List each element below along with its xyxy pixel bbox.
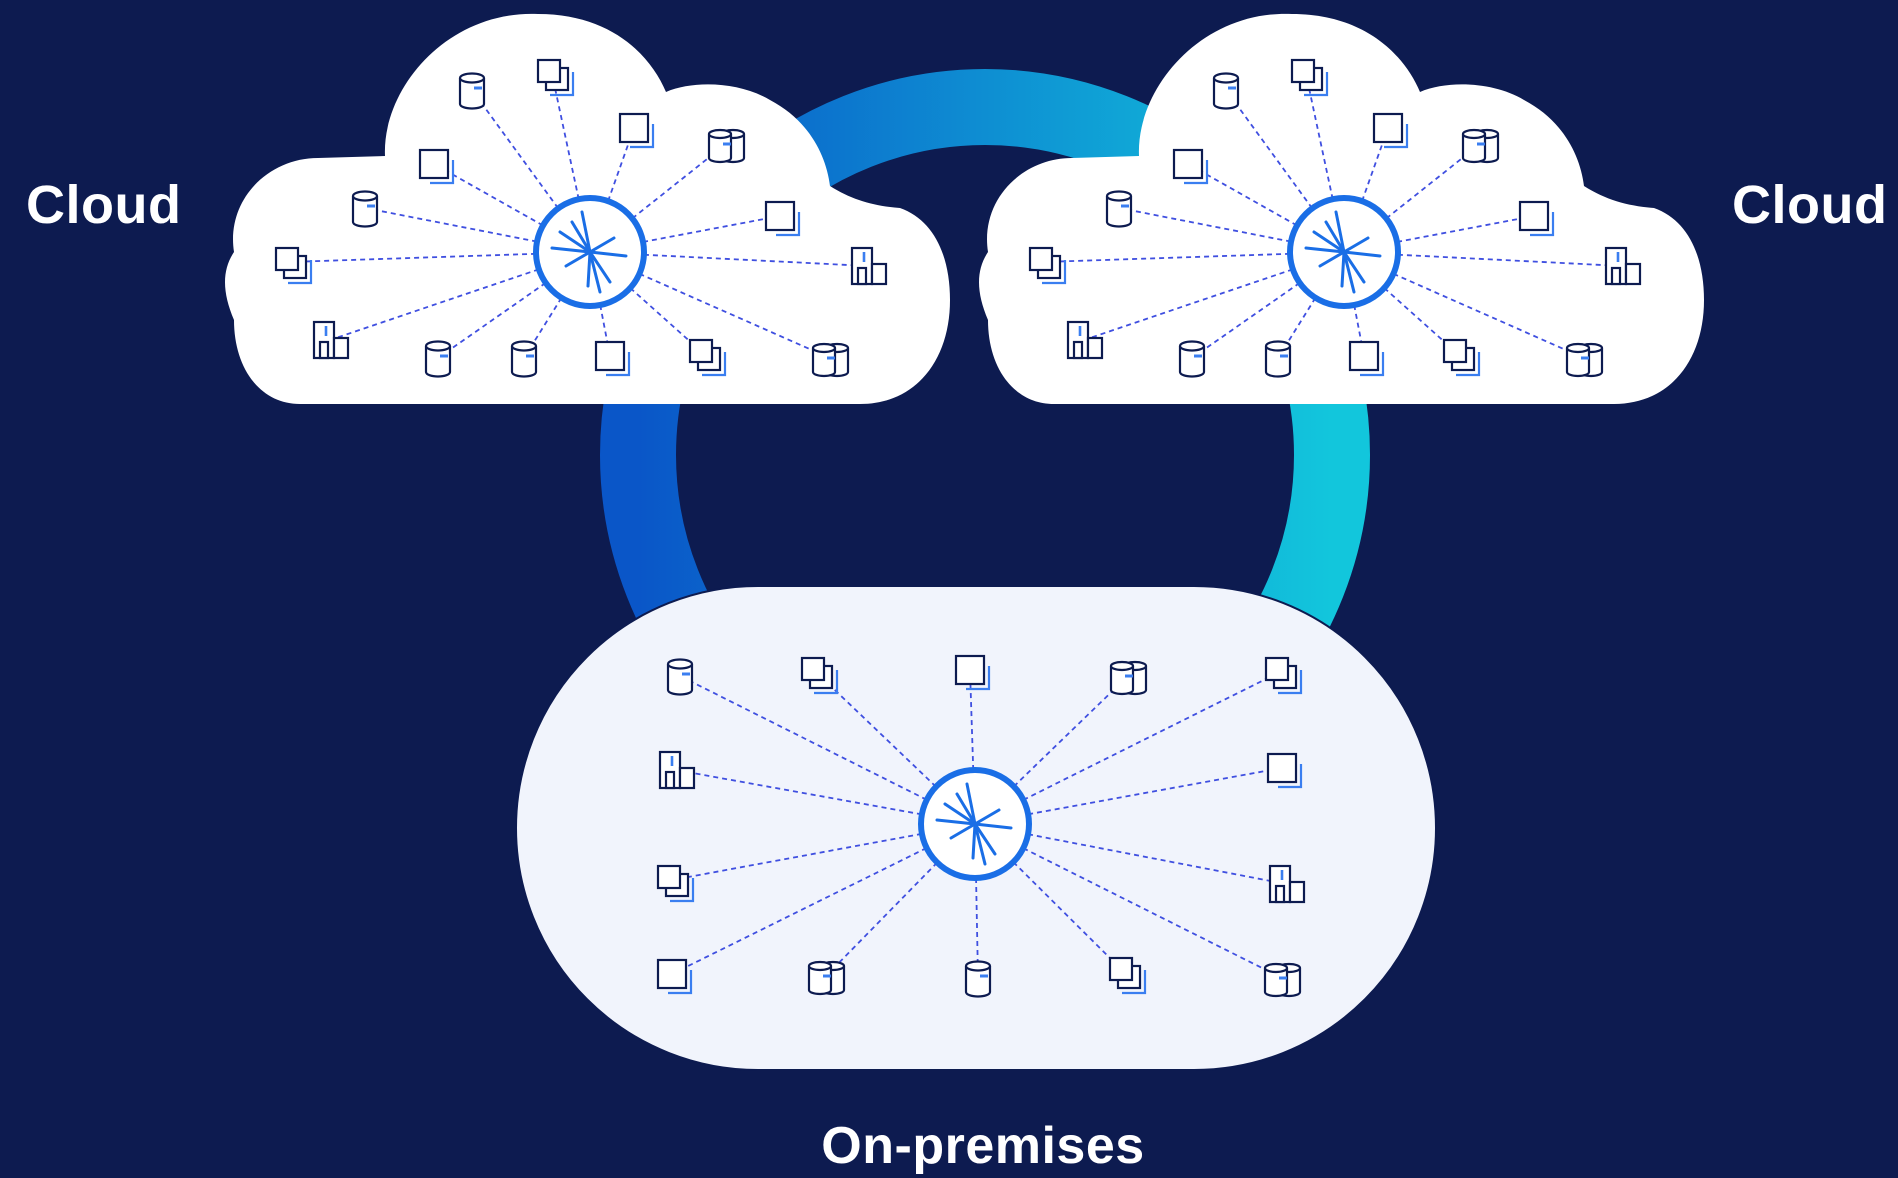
cylinder-icon	[424, 340, 452, 378]
cylinder-icon	[458, 72, 486, 110]
cloud-left-label: Cloud	[26, 175, 182, 235]
double-cylinder-icon	[1565, 342, 1604, 378]
square-icon	[656, 958, 693, 995]
on-premises-label: On-premises	[821, 1117, 1145, 1175]
square-icon	[954, 654, 991, 691]
cylinder-icon	[666, 658, 694, 696]
square-icon	[764, 200, 801, 237]
cylinder-icon	[1178, 340, 1206, 378]
hub-icon	[1287, 195, 1401, 309]
double-cylinder-icon	[1263, 962, 1302, 998]
cylinder-icon	[351, 190, 379, 228]
double-cylinder-icon	[811, 342, 850, 378]
hub-icon	[533, 195, 647, 309]
cylinder-icon	[1105, 190, 1133, 228]
hybrid-topology-diagram: Cloud Cloud On-premises	[0, 0, 1898, 1178]
double-cylinder-icon	[707, 128, 746, 164]
square-icon	[1518, 200, 1555, 237]
diagram-canvas	[225, 13, 1704, 1071]
square-icon	[418, 148, 455, 185]
square-icon	[1372, 112, 1409, 149]
cylinder-icon	[964, 960, 992, 998]
cloud-right-label: Cloud	[1732, 175, 1888, 235]
square-icon	[594, 340, 631, 377]
double-cylinder-icon	[807, 960, 846, 996]
double-cylinder-icon	[1109, 660, 1148, 696]
cylinder-icon	[1212, 72, 1240, 110]
double-cylinder-icon	[1461, 128, 1500, 164]
square-icon	[1172, 148, 1209, 185]
square-icon	[1266, 752, 1303, 789]
square-icon	[1348, 340, 1385, 377]
square-icon	[618, 112, 655, 149]
cylinder-icon	[1264, 340, 1292, 378]
hub-icon	[918, 767, 1032, 881]
cylinder-icon	[510, 340, 538, 378]
